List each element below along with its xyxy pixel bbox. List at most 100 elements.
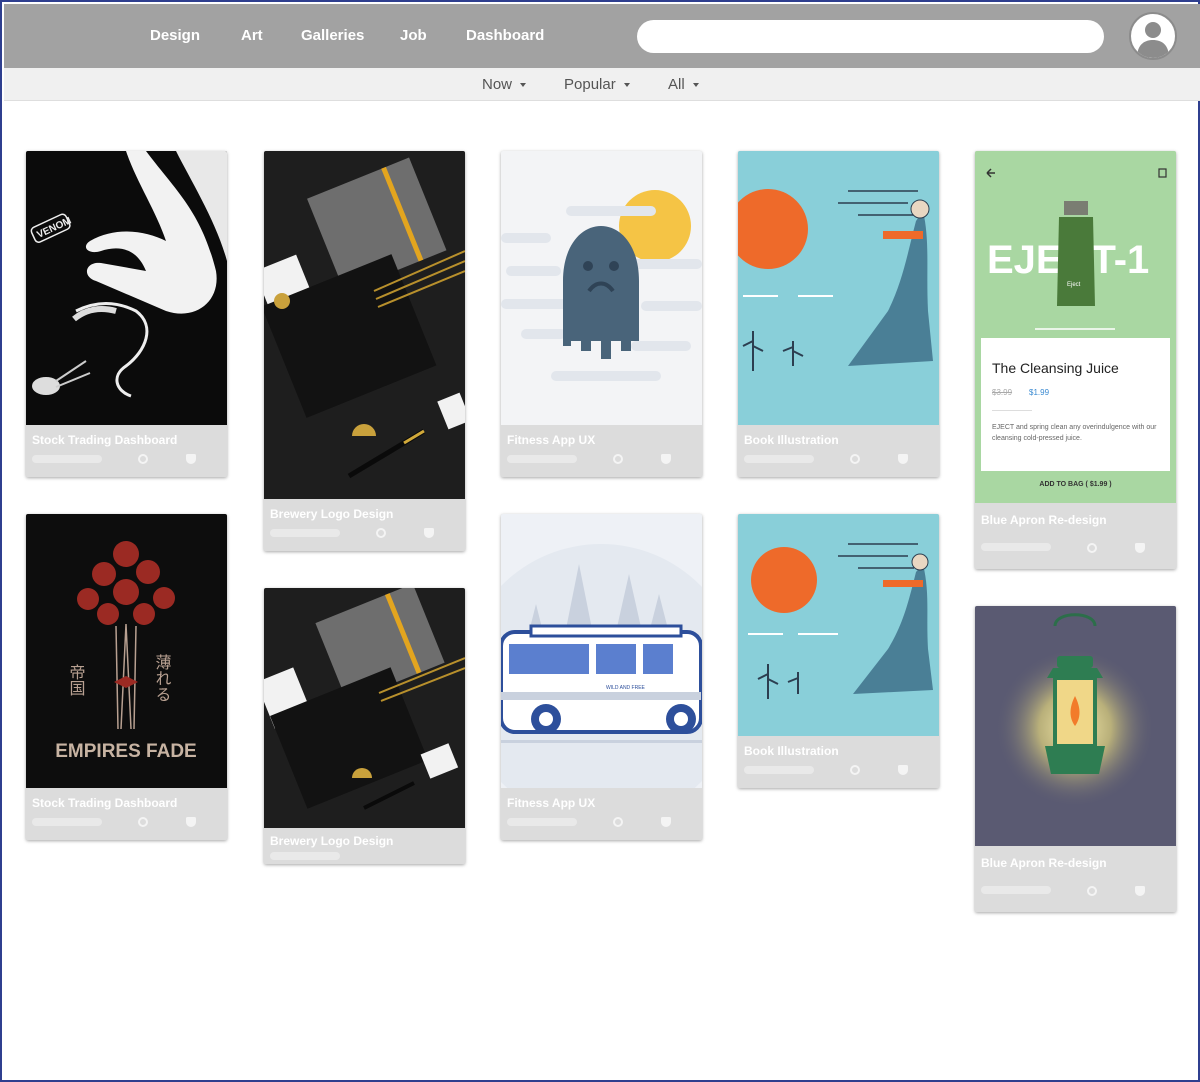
like-icon[interactable] <box>898 765 908 775</box>
card-footer: Fitness App UX <box>501 788 702 840</box>
card-image <box>738 151 939 425</box>
card-image <box>975 606 1176 846</box>
like-icon[interactable] <box>661 454 671 464</box>
new-price: $1.99 <box>1029 388 1050 397</box>
caret-down-icon <box>520 83 527 88</box>
card-blue-apron-2[interactable]: Blue Apron Re-design <box>975 606 1176 912</box>
like-icon[interactable] <box>898 454 908 464</box>
card-author <box>507 455 577 463</box>
card-footer: Brewery Logo Design <box>264 499 465 551</box>
card-footer: Blue Apron Re-design <box>975 503 1176 569</box>
caret-down-icon <box>692 83 699 88</box>
user-icon <box>1137 22 1169 58</box>
nav-galleries[interactable]: Galleries <box>301 4 364 68</box>
card-title: Fitness App UX <box>507 433 596 447</box>
card-author <box>981 543 1051 551</box>
van-text: WILD AND FREE <box>606 685 646 691</box>
bottle-label: Eject <box>1067 282 1081 288</box>
views-icon <box>613 817 623 827</box>
nav-job[interactable]: Job <box>400 4 427 68</box>
like-icon[interactable] <box>1135 886 1145 896</box>
card-footer: Blue Apron Re-design <box>975 846 1176 912</box>
card-image: WILD AND FREE <box>501 514 702 788</box>
views-icon <box>1087 543 1097 553</box>
filter-bar: Now Popular All <box>4 68 1200 101</box>
like-icon[interactable] <box>186 817 196 827</box>
add-to-bag-button[interactable]: ADD TO BAG ( $1.99 ) <box>975 481 1176 488</box>
kanji-right: 薄れる <box>153 654 172 702</box>
views-icon <box>138 817 148 827</box>
filter-popular-label: Popular <box>564 76 616 93</box>
card-author <box>270 852 340 860</box>
back-arrow-icon[interactable] <box>986 168 995 178</box>
views-icon <box>613 454 623 464</box>
card-title: Stock Trading Dashboard <box>32 796 178 810</box>
like-icon[interactable] <box>186 454 196 464</box>
card-title: Brewery Logo Design <box>270 507 394 521</box>
card-author <box>32 818 102 826</box>
filter-all-label: All <box>668 76 685 93</box>
bag-icon[interactable] <box>1158 168 1167 178</box>
card-brewery-logo-1[interactable]: Brewery Logo Design <box>264 151 465 551</box>
nav-art[interactable]: Art <box>241 4 263 68</box>
filter-now[interactable]: Now <box>482 68 527 101</box>
card-image <box>264 588 465 828</box>
card-image <box>501 151 702 425</box>
top-nav-bar: Design Art Galleries Job Dashboard <box>4 4 1200 68</box>
card-brewery-logo-2[interactable]: Brewery Logo Design <box>264 588 465 864</box>
card-footer: Fitness App UX <box>501 425 702 477</box>
views-icon <box>376 528 386 538</box>
product-title: The Cleansing Juice <box>992 360 1119 376</box>
card-image: VENOM <box>26 151 227 425</box>
nav-dashboard[interactable]: Dashboard <box>466 4 544 68</box>
views-icon <box>138 454 148 464</box>
card-stock-trading-1[interactable]: VENOM Stock Trading Dashboard <box>26 151 227 477</box>
search-input[interactable] <box>637 20 1104 53</box>
card-author <box>744 455 814 463</box>
card-footer: Brewery Logo Design <box>264 828 465 864</box>
app-window: Design Art Galleries Job Dashboard Now P… <box>0 0 1200 1082</box>
card-image <box>264 151 465 499</box>
card-image <box>738 514 939 736</box>
card-footer: Book Illustration <box>738 425 939 477</box>
filter-popular[interactable]: Popular <box>564 68 630 101</box>
card-book-illustration-2[interactable]: Book Illustration <box>738 514 939 788</box>
divider <box>992 410 1032 411</box>
card-title: Book Illustration <box>744 433 839 447</box>
card-author <box>270 529 340 537</box>
kanji-left: 帝国 <box>67 664 86 696</box>
card-image: 帝国 薄れる EMPIRES FADE <box>26 514 227 788</box>
card-title: Blue Apron Re-design <box>981 513 1107 527</box>
card-image: EJECT-1 Eject The Cleansing Juice $3.99 … <box>975 151 1176 503</box>
nav-design[interactable]: Design <box>150 4 200 68</box>
caret-down-icon <box>623 83 630 88</box>
views-icon <box>850 765 860 775</box>
card-footer: Stock Trading Dashboard <box>26 788 227 840</box>
card-blue-apron-1[interactable]: EJECT-1 Eject The Cleansing Juice $3.99 … <box>975 151 1176 569</box>
card-stock-trading-2[interactable]: 帝国 薄れる EMPIRES FADE Stock Trading Dashbo… <box>26 514 227 840</box>
like-icon[interactable] <box>661 817 671 827</box>
card-fitness-app-1[interactable]: Fitness App UX <box>501 151 702 477</box>
product-panel: The Cleansing Juice $3.99 $1.99 EJECT an… <box>981 338 1170 471</box>
card-footer: Stock Trading Dashboard <box>26 425 227 477</box>
card-title: Book Illustration <box>744 744 839 758</box>
views-icon <box>1087 886 1097 896</box>
avatar[interactable] <box>1129 12 1177 60</box>
filter-now-label: Now <box>482 76 513 93</box>
filter-all[interactable]: All <box>668 68 699 101</box>
card-author <box>744 766 814 774</box>
card-book-illustration-1[interactable]: Book Illustration <box>738 151 939 477</box>
empires-text: EMPIRES FADE <box>55 741 196 762</box>
product-description: EJECT and spring clean any overindulgenc… <box>992 424 1157 442</box>
like-icon[interactable] <box>424 528 434 538</box>
like-icon[interactable] <box>1135 543 1145 553</box>
card-title: Blue Apron Re-design <box>981 856 1107 870</box>
card-author <box>32 455 102 463</box>
card-author <box>507 818 577 826</box>
views-icon <box>850 454 860 464</box>
card-author <box>981 886 1051 894</box>
card-footer: Book Illustration <box>738 736 939 788</box>
card-title: Brewery Logo Design <box>270 834 394 848</box>
old-price: $3.99 <box>992 388 1013 397</box>
card-fitness-app-2[interactable]: WILD AND FREE Fitness App UX <box>501 514 702 840</box>
